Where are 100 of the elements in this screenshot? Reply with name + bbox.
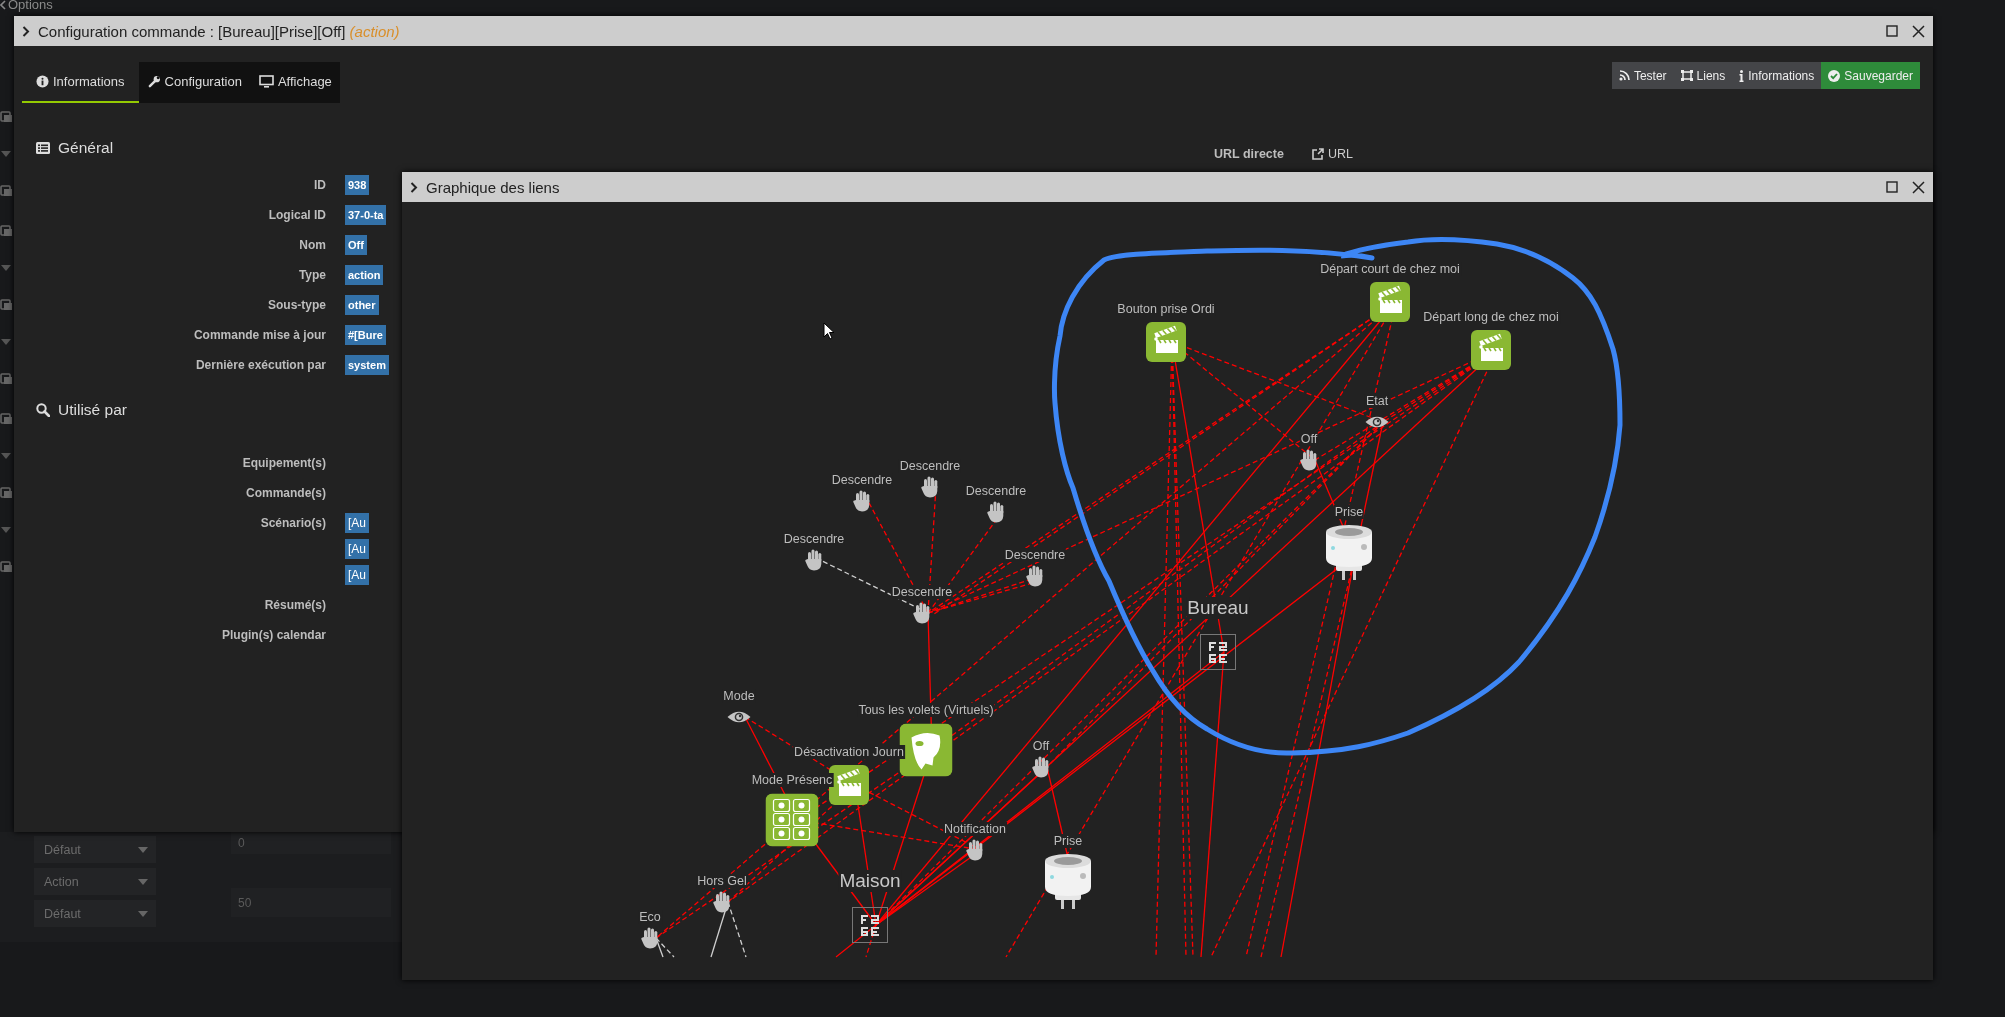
node-label: Prise <box>1333 505 1365 519</box>
hand-icon[interactable] <box>1300 449 1318 471</box>
hand-icon[interactable] <box>641 927 659 949</box>
device-icon[interactable] <box>0 412 14 426</box>
hand-icon[interactable] <box>1026 565 1044 587</box>
section-heading: Général <box>58 139 114 157</box>
field-value: Off <box>345 235 367 255</box>
search-icon <box>36 403 50 417</box>
select-field[interactable]: Action <box>34 868 156 895</box>
section-heading: Utilisé par <box>58 401 127 419</box>
node-label: Mode <box>722 689 756 703</box>
caret-icon[interactable] <box>0 526 12 534</box>
window-title: Graphique des liens <box>426 178 561 196</box>
menu-label[interactable]: Options <box>8 0 53 12</box>
chevron-icon <box>0 0 6 10</box>
node-label: Descendre <box>782 532 846 546</box>
caret-icon[interactable] <box>0 264 12 272</box>
info-icon <box>1739 69 1745 82</box>
device-icon[interactable] <box>0 184 14 198</box>
device-icon[interactable] <box>0 110 14 124</box>
list-icon <box>36 142 50 154</box>
monitor-icon <box>258 75 274 88</box>
toolbar-button[interactable]: Liens <box>1673 62 1733 89</box>
node-label: Hors Gel <box>696 874 748 888</box>
tab[interactable]: Configuration <box>138 62 250 103</box>
cursor-icon <box>823 322 835 340</box>
hand-icon[interactable] <box>913 602 931 624</box>
toolbar-button[interactable]: Tester <box>1611 62 1674 89</box>
node-label: Bureau <box>1186 597 1250 619</box>
field-label: Dernière exécution par <box>194 357 326 374</box>
field-value: #[Bure <box>345 325 386 345</box>
device-icon[interactable] <box>0 486 14 500</box>
select-field[interactable]: Défaut <box>34 836 156 863</box>
frame-icon <box>1680 70 1693 81</box>
close-icon[interactable] <box>1912 24 1925 38</box>
chevron-icon <box>410 181 418 193</box>
device-icon[interactable] <box>0 298 14 312</box>
caret-icon <box>138 878 148 885</box>
field-label: Résumé(s) <box>263 597 326 614</box>
field-label: Scénario(s) <box>259 515 326 532</box>
node-label: Off <box>1299 432 1319 446</box>
hand-icon[interactable] <box>713 891 731 913</box>
maximize-icon[interactable] <box>1886 25 1898 37</box>
grid-icon[interactable] <box>852 907 888 943</box>
field-label: ID <box>313 177 326 194</box>
field-value: 938 <box>345 175 370 195</box>
node-label: Départ court de chez moi <box>1319 262 1461 276</box>
node-label: Désactivation Journ <box>793 745 905 759</box>
node-label: Départ long de chez moi <box>1422 310 1560 324</box>
grid-icon[interactable] <box>1200 634 1236 670</box>
select-field[interactable]: Défaut <box>34 900 156 927</box>
node-label: Maison <box>838 870 902 892</box>
hand-icon[interactable] <box>987 501 1005 523</box>
window-title: Configuration commande : [Bureau][Prise][Off] (action) <box>38 22 401 40</box>
rss-icon <box>1618 70 1630 81</box>
node-label: Off <box>1031 739 1051 753</box>
device-icon[interactable] <box>0 224 14 238</box>
eye-icon[interactable] <box>1365 414 1389 430</box>
node-label: Descendre <box>898 459 962 473</box>
caret-icon <box>138 846 148 853</box>
scenario-link[interactable]: [Au <box>345 539 369 559</box>
hand-icon[interactable] <box>1032 756 1050 778</box>
close-icon[interactable] <box>1912 180 1925 194</box>
caret-icon <box>138 910 148 917</box>
hand-icon[interactable] <box>966 839 984 861</box>
save-button[interactable]: Sauvegarder <box>1821 62 1920 89</box>
caret-icon[interactable] <box>0 452 12 460</box>
info-icon <box>36 75 49 88</box>
field-label: Logical ID <box>267 207 326 224</box>
tab[interactable]: Affichage <box>249 62 340 103</box>
device-icon[interactable] <box>0 560 14 574</box>
hand-icon[interactable] <box>853 490 871 512</box>
wrench-icon <box>147 75 161 88</box>
node-label: Notification <box>943 822 1007 836</box>
field-label: Equipement(s) <box>241 455 326 472</box>
node-label: Etat <box>1364 394 1390 408</box>
field-label: Plugin(s) calendar <box>220 627 326 644</box>
field-label: Commande(s) <box>245 485 326 502</box>
caret-icon[interactable] <box>0 338 12 346</box>
mode-grid-icon[interactable] <box>765 793 819 847</box>
scenario-link[interactable]: [Au <box>345 513 369 533</box>
field-label: URL directe <box>1214 147 1284 161</box>
field-label: Type <box>297 267 326 284</box>
scenario-link[interactable]: [Au <box>345 565 369 585</box>
hand-icon[interactable] <box>805 549 823 571</box>
field-value: action <box>345 265 384 285</box>
hand-icon[interactable] <box>921 476 939 498</box>
node-label: Mode Présenc <box>750 773 834 787</box>
field-value: 37-0-ta <box>345 205 387 225</box>
node-label: Descendre <box>964 484 1028 498</box>
node-label: Prise <box>1052 834 1084 848</box>
node-label: Descendre <box>890 585 954 599</box>
toolbar-button[interactable]: Informations <box>1732 62 1822 89</box>
chevron-icon <box>22 25 30 37</box>
field-label: Sous-type <box>267 297 326 314</box>
maximize-icon[interactable] <box>1886 181 1898 193</box>
device-icon[interactable] <box>0 372 14 386</box>
url-link[interactable]: URL <box>1311 147 1353 161</box>
eye-icon[interactable] <box>727 709 751 725</box>
caret-icon[interactable] <box>0 150 12 158</box>
